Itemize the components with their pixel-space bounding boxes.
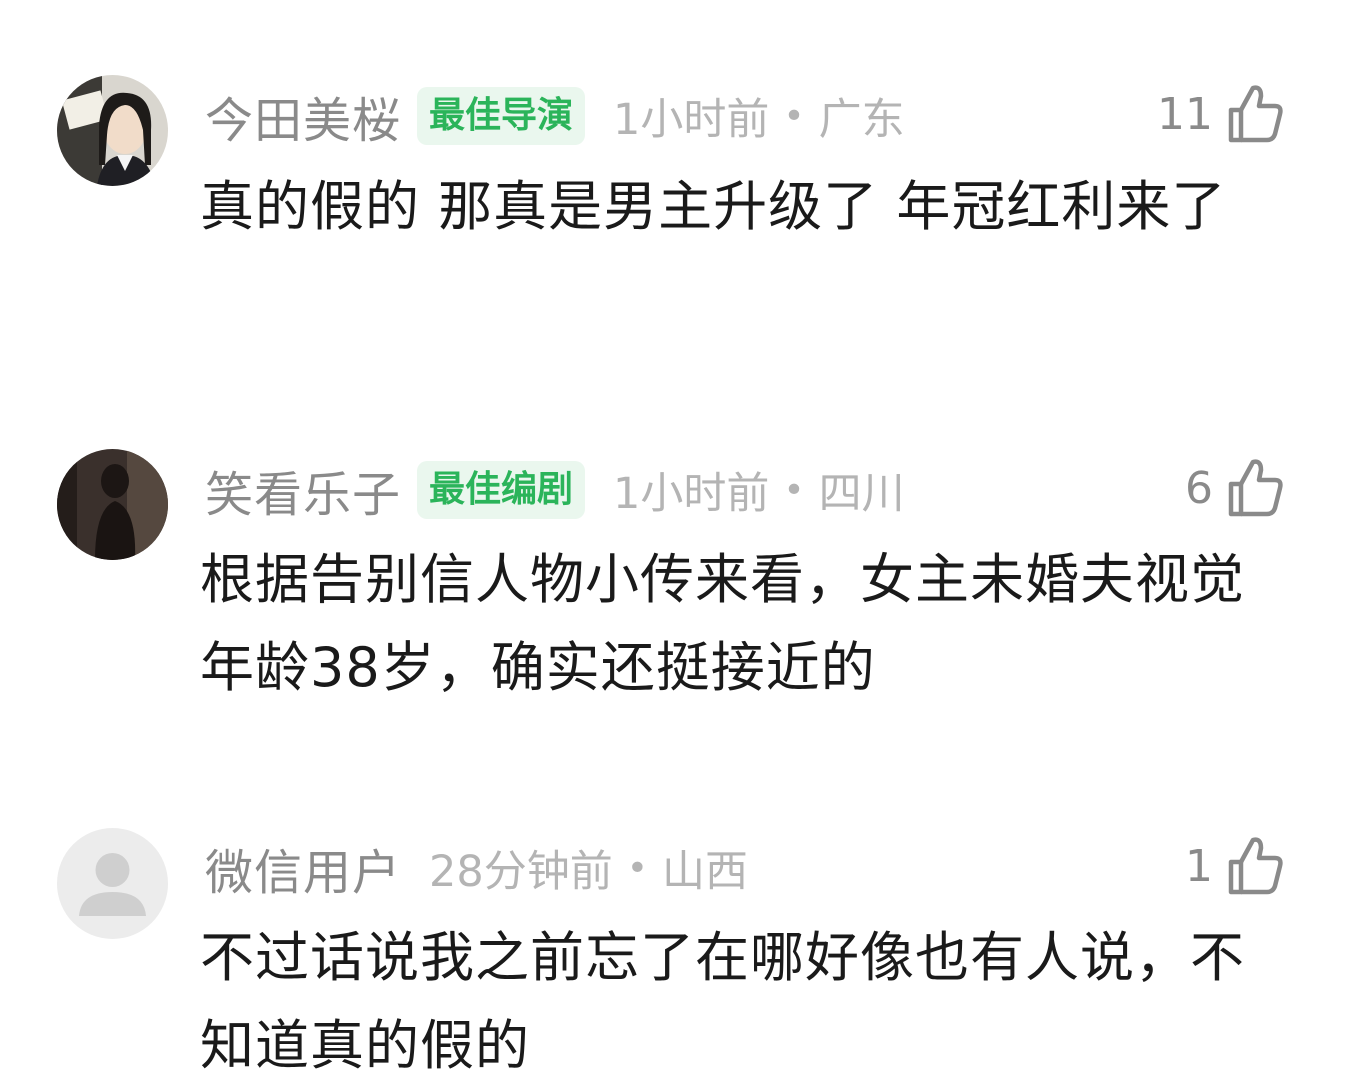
comment-item: 微信用户 28分钟前 • 山西 1 不过话说我之前忘了在哪好像也有人说，不知道真… (0, 0, 1347, 1080)
default-user-icon (57, 828, 168, 939)
timestamp: 28分钟前 (429, 847, 613, 897)
user-avatar[interactable] (57, 828, 168, 939)
text-fade-overlay (560, 1010, 800, 1080)
username[interactable]: 微信用户 (205, 833, 401, 903)
meta-separator: • (626, 847, 648, 889)
like-count: 1 (1185, 840, 1213, 892)
like-button[interactable]: 1 (1185, 834, 1285, 898)
comment-meta: 微信用户 28分钟前 • 山西 (205, 833, 748, 903)
thumbs-up-icon (1228, 837, 1283, 895)
location: 山西 (661, 847, 748, 897)
